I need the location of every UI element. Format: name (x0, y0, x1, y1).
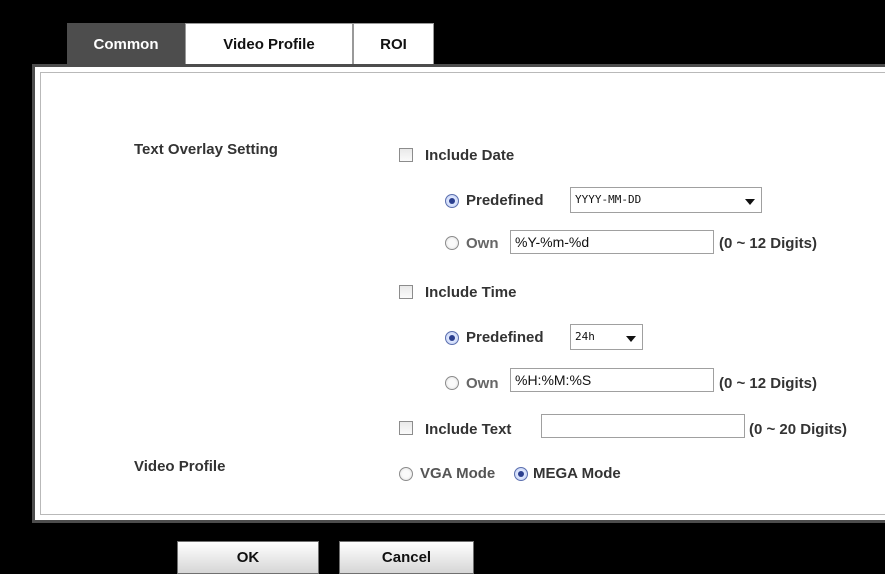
include-text-checkbox[interactable] (399, 421, 413, 435)
date-own-radio[interactable] (445, 236, 459, 250)
date-predefined-label: Predefined (466, 192, 544, 209)
include-date-label: Include Date (425, 147, 515, 164)
tab-roi[interactable]: ROI (353, 23, 434, 65)
include-date-checkbox[interactable] (399, 148, 413, 162)
chevron-down-icon (745, 199, 755, 205)
vga-mode-label: VGA Mode (420, 465, 496, 482)
vga-mode-radio[interactable] (399, 467, 413, 481)
include-text-label: Include Text (425, 421, 512, 438)
date-format-select[interactable]: YYYY-MM-DD (570, 187, 762, 213)
time-own-hint: (0 ~ 12 Digits) (719, 375, 817, 392)
date-own-label: Own (466, 235, 499, 252)
time-own-radio[interactable] (445, 376, 459, 390)
video-profile-section-label: Video Profile (134, 458, 226, 475)
tab-common[interactable]: Common (67, 23, 185, 65)
time-predefined-radio[interactable] (445, 331, 459, 345)
text-overlay-section-label: Text Overlay Setting (134, 141, 278, 158)
ok-button[interactable]: OK (177, 541, 319, 574)
chevron-down-icon (626, 336, 636, 342)
time-own-input[interactable]: %H:%M:%S (510, 368, 714, 392)
mega-mode-radio[interactable] (514, 467, 528, 481)
time-format-value: 24h (575, 330, 595, 343)
date-own-input[interactable]: %Y-%m-%d (510, 230, 714, 254)
tab-video-profile[interactable]: Video Profile (185, 23, 353, 65)
include-time-checkbox[interactable] (399, 285, 413, 299)
cancel-button[interactable]: Cancel (339, 541, 474, 574)
time-predefined-label: Predefined (466, 329, 544, 346)
mega-mode-label: MEGA Mode (533, 465, 621, 482)
time-format-select[interactable]: 24h (570, 324, 643, 350)
date-predefined-radio[interactable] (445, 194, 459, 208)
tab-bar: Common Video Profile ROI (67, 23, 434, 65)
time-own-label: Own (466, 375, 499, 392)
date-format-value: YYYY-MM-DD (575, 193, 642, 206)
date-own-hint: (0 ~ 12 Digits) (719, 235, 817, 252)
include-time-label: Include Time (425, 284, 517, 301)
include-text-input[interactable] (541, 414, 745, 438)
include-text-hint: (0 ~ 20 Digits) (749, 421, 847, 438)
